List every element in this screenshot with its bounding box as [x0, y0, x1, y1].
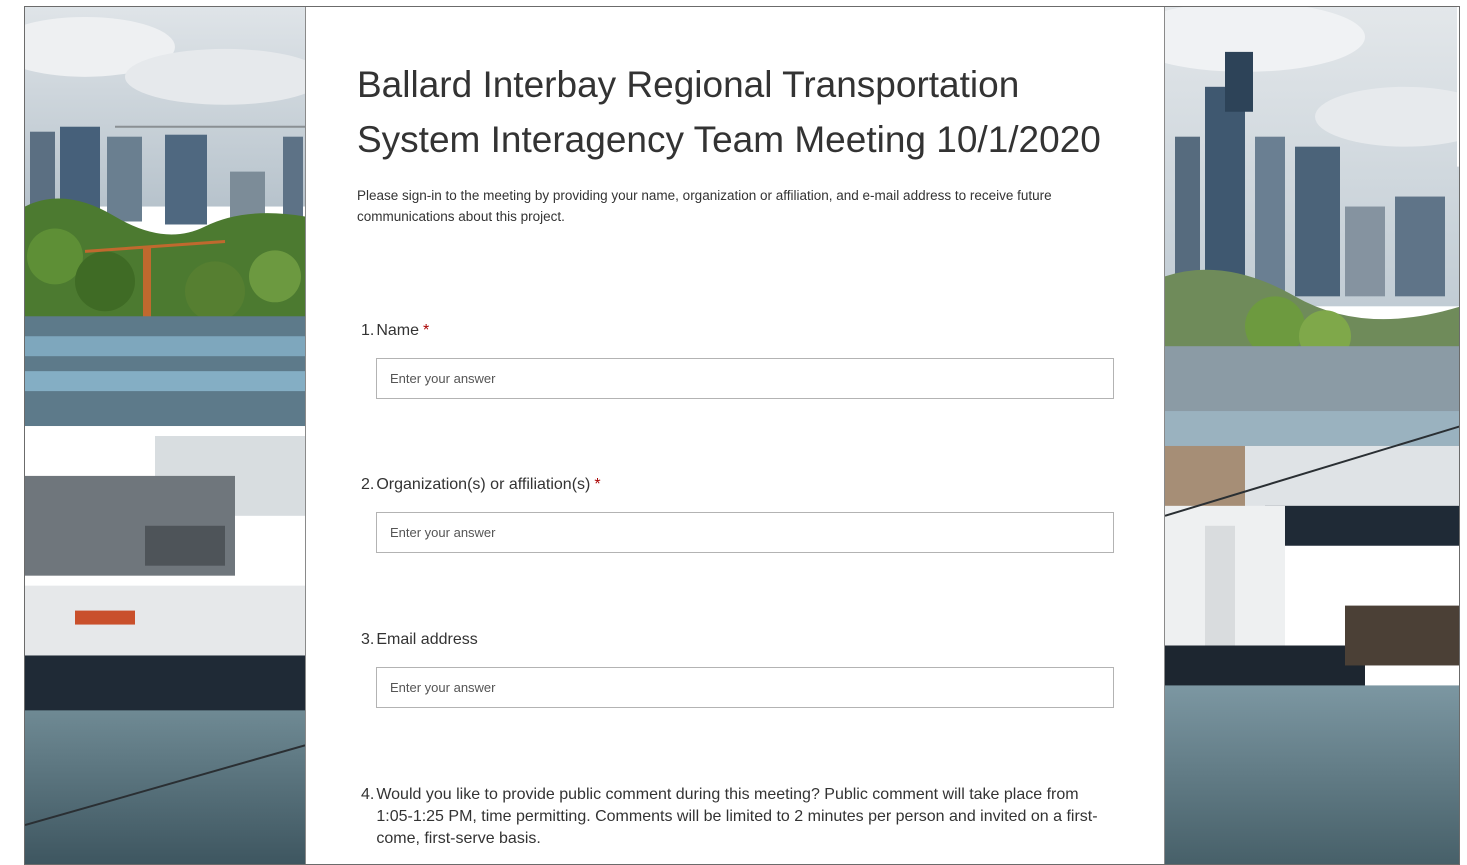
question-title: Email address [376, 631, 478, 648]
question-title: Would you like to provide public comment… [376, 786, 1098, 847]
email-input[interactable] [376, 667, 1114, 708]
question-title: Name [376, 322, 420, 339]
form-card: Ballard Interbay Regional Transportation… [305, 7, 1165, 864]
question-organization: 2. Organization(s) or affiliation(s) * [361, 474, 1121, 553]
question-number: 1. [361, 322, 375, 339]
organization-input[interactable] [376, 512, 1114, 553]
question-public-comment: 4. Would you like to provide public comm… [361, 784, 1121, 850]
question-title: Organization(s) or affiliation(s) [376, 476, 591, 493]
question-number: 3. [361, 631, 375, 648]
background-photo-right [1165, 7, 1459, 864]
question-label: 1. Name * [361, 320, 1121, 342]
question-number: 4. [361, 786, 375, 803]
required-marker: * [594, 476, 601, 493]
form-title: Ballard Interbay Regional Transportation… [357, 64, 1101, 160]
question-number: 2. [361, 476, 375, 493]
question-label: 3. Email address [361, 629, 1121, 651]
required-marker: * [423, 322, 430, 339]
name-input[interactable] [376, 358, 1114, 399]
page-frame: Ballard Interbay Regional Transportation… [24, 6, 1460, 865]
question-email: 3. Email address [361, 629, 1121, 708]
question-name: 1. Name * [361, 320, 1121, 399]
form-description: Please sign-in to the meeting by providi… [357, 188, 1052, 224]
background-photo-left [25, 7, 305, 864]
question-label: 2. Organization(s) or affiliation(s) * [361, 474, 1121, 496]
